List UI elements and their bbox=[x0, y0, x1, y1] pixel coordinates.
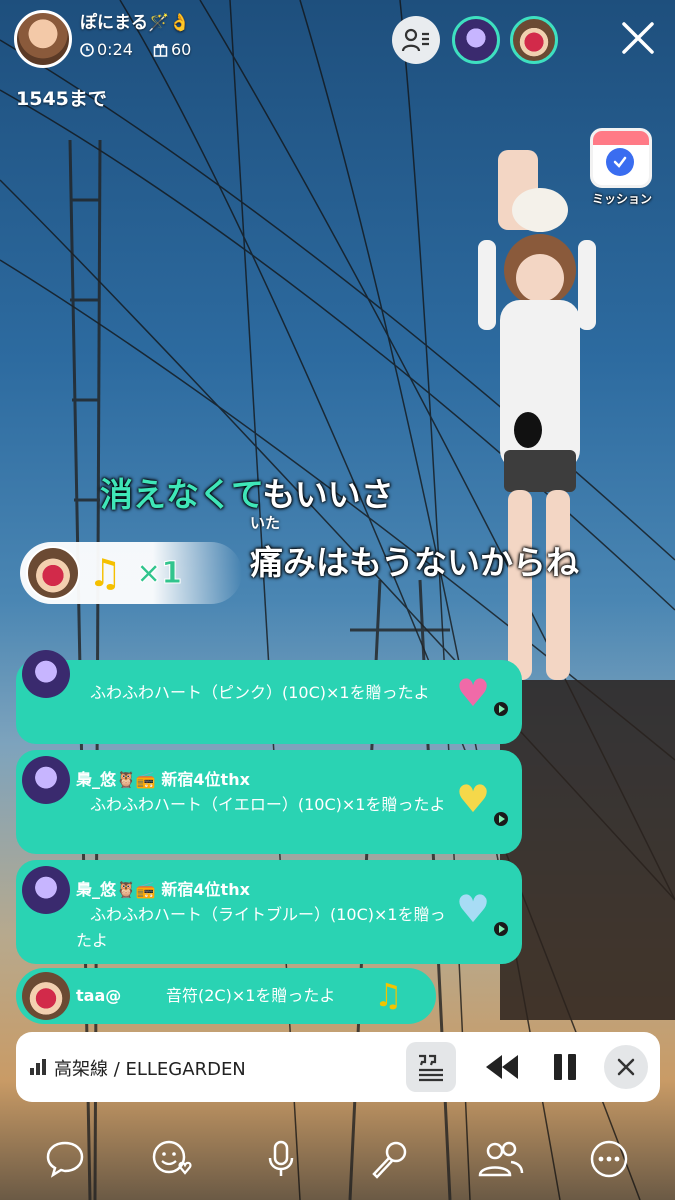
comment-item[interactable]: ふわふわハート（ピンク）(10C)×1を贈ったよ ♥ bbox=[16, 650, 522, 744]
commenter-name: 梟_悠🦉📻 新宿4位thx bbox=[76, 880, 250, 899]
rewind-button[interactable] bbox=[482, 1049, 522, 1085]
comment-text: ふわふわハート（ピンク）(10C)×1を贈ったよ bbox=[90, 683, 430, 702]
lyric-line-1: 消えなくてもいいさ bbox=[100, 468, 394, 516]
gift-count: ×1 bbox=[136, 555, 183, 591]
lyric-ruby: いた bbox=[250, 514, 281, 532]
close-icon bbox=[622, 22, 654, 54]
commenter-avatar[interactable] bbox=[22, 756, 70, 804]
listener-list-button[interactable] bbox=[392, 16, 440, 64]
play-icon[interactable] bbox=[494, 922, 508, 936]
karaoke-mic-icon bbox=[372, 1141, 407, 1179]
comment-item[interactable]: taa@ 音符(2C)×1を贈ったよ ♫ bbox=[16, 968, 436, 1024]
collab-button[interactable] bbox=[476, 1134, 526, 1184]
check-icon bbox=[606, 148, 634, 176]
close-icon bbox=[617, 1058, 635, 1076]
pause-button[interactable] bbox=[550, 1049, 580, 1085]
quote-lines-icon bbox=[419, 1054, 443, 1082]
host-name-emoji: 🪄👌 bbox=[148, 13, 191, 33]
elapsed-time: 0:24 bbox=[80, 40, 133, 59]
comment-text: ふわふわハート（ライトブルー）(10C)×1を贈ったよ bbox=[76, 905, 446, 950]
commenter-avatar[interactable] bbox=[22, 972, 70, 1020]
heart-pink-icon: ♥ bbox=[456, 671, 491, 715]
music-note-icon: ♫ bbox=[88, 551, 123, 595]
lyric-unsung-part: もいいさ bbox=[262, 475, 394, 514]
commenter-avatar[interactable] bbox=[22, 866, 70, 914]
comment-item[interactable]: 梟_悠🦉📻 新宿4位thx ふわふわハート（イエロー）(10C)×1を贈ったよ … bbox=[16, 750, 522, 854]
gifter-avatar bbox=[26, 546, 80, 600]
pause-icon-bar bbox=[568, 1054, 576, 1080]
mission-button[interactable]: ミッション bbox=[588, 128, 656, 210]
host-avatar[interactable] bbox=[14, 10, 72, 68]
more-icon bbox=[590, 1140, 628, 1178]
gift-points: 60 bbox=[153, 40, 191, 59]
gift-banner: ♫ ×1 bbox=[20, 542, 242, 604]
viewer-avatar[interactable] bbox=[452, 16, 500, 64]
close-button[interactable] bbox=[612, 12, 664, 64]
host-stats: 0:24 60 bbox=[80, 40, 191, 59]
host-name[interactable]: ぽにまる🪄👌 bbox=[80, 8, 190, 33]
rewind-icon bbox=[486, 1055, 518, 1079]
play-icon[interactable] bbox=[494, 702, 508, 716]
equalizer-icon bbox=[30, 1059, 46, 1075]
karaoke-button[interactable] bbox=[364, 1134, 414, 1184]
gift-points-value: 60 bbox=[170, 40, 192, 59]
microphone-icon bbox=[268, 1140, 294, 1176]
more-button[interactable] bbox=[584, 1134, 634, 1184]
billboard-silhouette bbox=[500, 680, 675, 1020]
commenter-avatar[interactable] bbox=[22, 650, 70, 698]
play-icon[interactable] bbox=[494, 812, 508, 826]
host-name-text: ぽにまる bbox=[80, 13, 148, 33]
comment-button[interactable] bbox=[40, 1134, 90, 1184]
rank-goal-text: 1545まで bbox=[16, 88, 107, 110]
viewer-avatar[interactable] bbox=[510, 16, 558, 64]
lyric-sung-part: 消えなくて bbox=[100, 475, 263, 514]
music-note-icon: ♫ bbox=[374, 976, 403, 1014]
vtuber-avatar bbox=[478, 150, 596, 680]
mission-label: ミッション bbox=[591, 192, 652, 206]
users-icon bbox=[478, 1141, 524, 1177]
gift-icon bbox=[153, 44, 168, 57]
speech-bubble-icon bbox=[46, 1141, 84, 1178]
music-player: 高架線 / ELLEGARDEN bbox=[16, 1032, 660, 1102]
microphone-button[interactable] bbox=[256, 1134, 306, 1184]
lyric-line-2: 痛みはもうないからね bbox=[250, 543, 580, 582]
commenter-name: 梟_悠🦉📻 新宿4位thx bbox=[76, 770, 250, 789]
user-list-icon bbox=[401, 28, 429, 52]
bottom-toolbar bbox=[0, 1112, 675, 1200]
comment-item[interactable]: 梟_悠🦉📻 新宿4位thx ふわふわハート（ライトブルー）(10C)×1を贈った… bbox=[16, 860, 522, 964]
lyrics-toggle-button[interactable] bbox=[406, 1042, 456, 1092]
heart-lightblue-icon: ♥ bbox=[456, 887, 491, 931]
commenter-name: taa@ bbox=[76, 986, 122, 1005]
pause-icon-bar bbox=[554, 1054, 562, 1080]
player-close-button[interactable] bbox=[604, 1045, 648, 1089]
comment-text: ふわふわハート（イエロー）(10C)×1を贈ったよ bbox=[90, 795, 446, 814]
emote-button[interactable] bbox=[148, 1134, 198, 1184]
comment-text: 音符(2C)×1を贈ったよ bbox=[166, 986, 336, 1005]
elapsed-time-value: 0:24 bbox=[97, 40, 133, 59]
heart-yellow-icon: ♥ bbox=[456, 777, 491, 821]
track-title[interactable]: 高架線 / ELLEGARDEN bbox=[54, 1055, 246, 1081]
clock-icon bbox=[80, 42, 94, 57]
smile-heart-icon bbox=[152, 1140, 192, 1175]
